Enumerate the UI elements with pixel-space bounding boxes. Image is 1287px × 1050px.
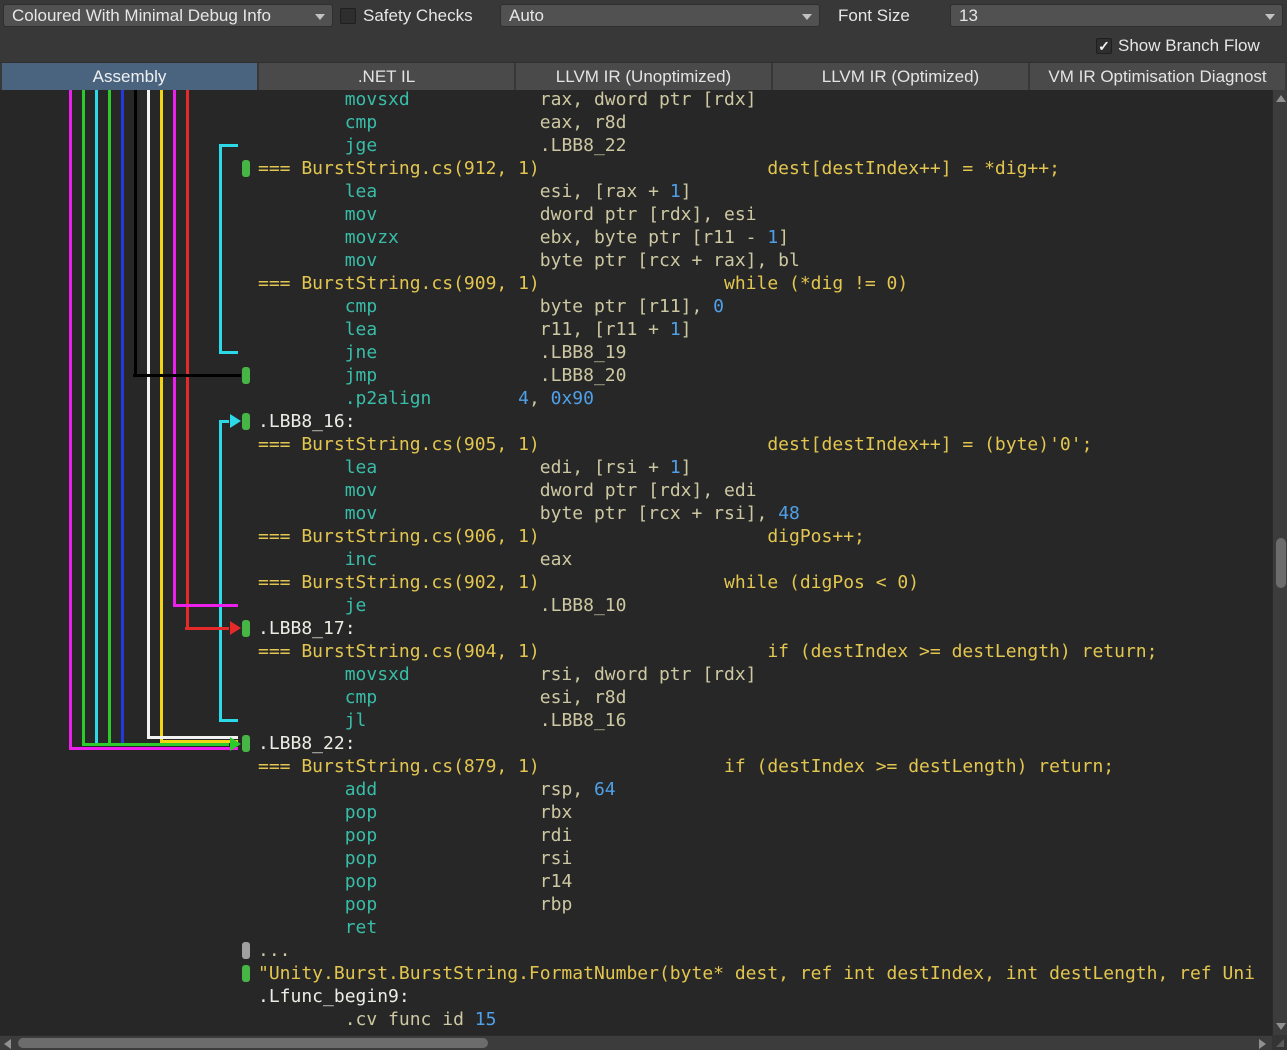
debug-info-dropdown-value: Coloured With Minimal Debug Info (12, 6, 271, 26)
tab-llvm-ir-unoptimized[interactable]: LLVM IR (Unoptimized) (516, 63, 771, 90)
show-branch-flow-checkbox[interactable]: ✓ (1096, 38, 1112, 54)
horizontal-scroll-thumb[interactable] (18, 1038, 488, 1048)
checkmark-icon: ✓ (1098, 39, 1110, 53)
vertical-scrollbar[interactable] (1272, 90, 1287, 1035)
line-marker (242, 942, 250, 959)
chevron-down-icon (1265, 14, 1275, 20)
scroll-right-icon[interactable] (1259, 1039, 1266, 1049)
tab-net-il[interactable]: .NET IL (259, 63, 514, 90)
show-branch-flow-label: Show Branch Flow (1118, 36, 1260, 56)
line-marker (242, 160, 250, 177)
burst-inspector-window: Coloured With Minimal Debug Info Safety … (0, 0, 1287, 1050)
scrollbar-corner (1272, 1035, 1287, 1050)
toolbar-row-1: Coloured With Minimal Debug Info Safety … (0, 0, 1287, 31)
vertical-scroll-thumb[interactable] (1276, 538, 1286, 588)
scroll-left-icon[interactable] (4, 1039, 11, 1049)
tab-bar: Assembly.NET ILLLVM IR (Unoptimized)LLVM… (0, 62, 1287, 90)
scroll-down-icon[interactable] (1276, 1023, 1286, 1030)
debug-info-dropdown[interactable]: Coloured With Minimal Debug Info (3, 4, 333, 27)
tab-llvm-ir-optimized[interactable]: LLVM IR (Optimized) (773, 63, 1028, 90)
line-markers (0, 90, 1272, 1035)
horizontal-scrollbar[interactable] (0, 1035, 1272, 1050)
line-marker (242, 735, 250, 752)
scroll-up-icon[interactable] (1276, 95, 1286, 102)
font-size-dropdown[interactable]: 13 (950, 4, 1283, 27)
resize-grip-icon (1276, 1039, 1284, 1047)
safety-checks-checkbox[interactable] (340, 8, 356, 24)
line-marker (242, 413, 250, 430)
tab-assembly[interactable]: Assembly (2, 63, 257, 90)
line-marker (242, 620, 250, 637)
chevron-down-icon (802, 14, 812, 20)
assembly-view[interactable]: movsxd rax, dword ptr [rdx] cmp eax, r8d… (0, 90, 1272, 1035)
safety-checks-dropdown-value: Auto (509, 6, 544, 26)
chevron-down-icon (315, 14, 325, 20)
line-marker (242, 965, 250, 982)
font-size-dropdown-value: 13 (959, 6, 978, 26)
toolbar-row-2: Focus on Code Expand All ✓ Show Branch F… (0, 31, 1287, 62)
line-marker (242, 367, 250, 384)
safety-checks-dropdown[interactable]: Auto (500, 4, 820, 27)
safety-checks-label: Safety Checks (363, 6, 473, 26)
font-size-label: Font Size (838, 6, 910, 26)
tab-vm-ir-optimisation-diagnost[interactable]: VM IR Optimisation Diagnost (1030, 63, 1285, 90)
